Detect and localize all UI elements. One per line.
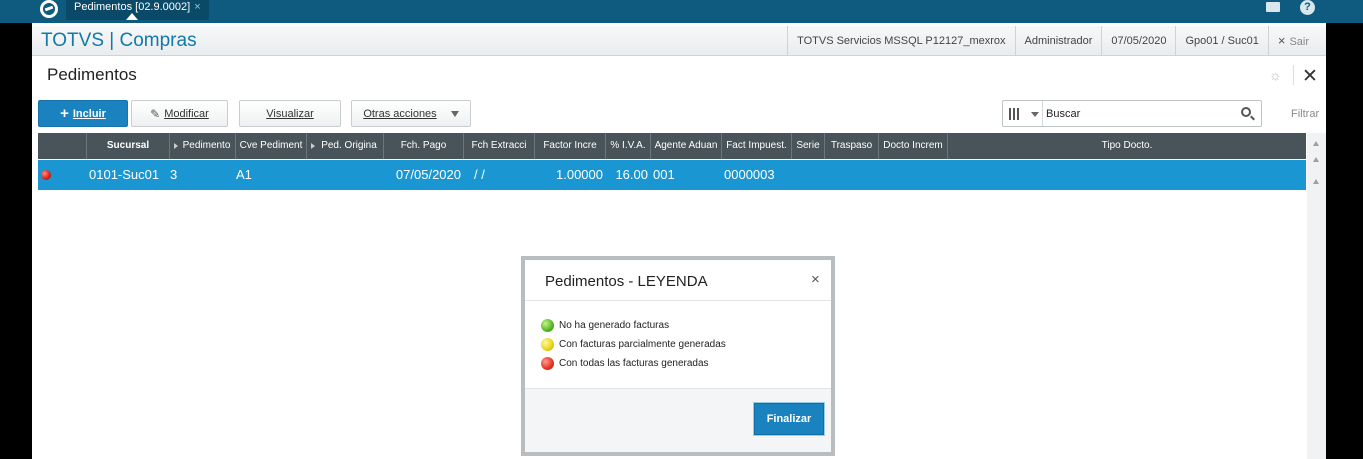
scroll-up-icon[interactable] <box>1313 141 1319 146</box>
cell-tipo-docto <box>948 160 1306 190</box>
column-header-iva[interactable]: % I.V.A. <box>606 133 651 159</box>
legend-item: No ha generado facturas <box>541 319 669 332</box>
modificar-button[interactable]: ✎ Modificar <box>131 100 228 127</box>
tab-close-icon[interactable]: × <box>194 0 200 20</box>
column-header-factor-incre[interactable]: Factor Incre <box>535 133 606 159</box>
otras-acciones-label: Otras acciones <box>363 107 437 120</box>
expand-icon <box>311 143 315 149</box>
cell-factor-incre: 1.00000 <box>556 167 603 182</box>
branch-label: Gpo01 / Suc01 <box>1175 26 1267 56</box>
search-input[interactable] <box>1046 105 1231 122</box>
divider <box>525 300 831 301</box>
status-cell <box>38 160 87 190</box>
legend-label: No ha generado facturas <box>559 320 670 331</box>
red-status-icon <box>541 357 554 370</box>
grid-header: Sucursal Pedimento Cve Pediment Ped. Ori… <box>38 133 1306 159</box>
filtrar-link[interactable]: Filtrar <box>1291 108 1319 120</box>
column-header-tipo-docto[interactable]: Tipo Docto. <box>948 133 1306 159</box>
exit-button[interactable]: × Sair <box>1267 26 1318 56</box>
divider <box>1293 65 1294 85</box>
mail-icon[interactable] <box>1266 2 1280 12</box>
cell-serie <box>792 160 825 190</box>
column-header-fch-extraccion[interactable]: Fch Extracci <box>464 133 535 159</box>
table-row[interactable]: 0101-Suc01 3 A1 07/05/2020 / / 1.00000 1… <box>38 160 1306 190</box>
cell-traspaso <box>825 160 879 190</box>
pencil-icon: ✎ <box>150 106 161 121</box>
incluir-button[interactable]: + Incluir <box>38 100 128 127</box>
scroll-up-icon[interactable] <box>1313 179 1319 184</box>
column-header-pedimento[interactable]: Pedimento <box>170 133 236 159</box>
page-title: Pedimentos <box>47 65 137 84</box>
cell-cve-pediment: A1 <box>236 167 252 182</box>
legend-dialog: Pedimentos - LEYENDA × No ha generado fa… <box>521 256 835 456</box>
modificar-label: Modificar <box>164 107 209 120</box>
cell-docto-increm <box>879 160 948 190</box>
active-tab-caret <box>126 13 138 20</box>
close-icon[interactable]: × <box>811 271 820 288</box>
cell-pedimento: 3 <box>170 167 178 182</box>
status-column-header <box>38 133 87 159</box>
exit-icon: × <box>1277 33 1286 48</box>
app-header: TOTVS | Compras TOTVS Servicios MSSQL P1… <box>32 26 1326 56</box>
cell-ped-origina <box>307 160 384 190</box>
visualizar-button[interactable]: Visualizar <box>239 100 341 127</box>
header-info: TOTVS Servicios MSSQL P12127_mexrox Admi… <box>787 26 1318 56</box>
cell-sucursal: 0101-Suc01 <box>89 167 160 182</box>
cell-iva: 16.00 <box>615 167 648 182</box>
legend-label: Con facturas parcialmente generadas <box>559 339 726 350</box>
status-red-icon <box>41 170 51 180</box>
screen: Pedimentos [02.9.0002] × ? TOTVS | Compr… <box>0 0 1363 459</box>
expand-icon <box>174 143 178 149</box>
totvs-logo-icon <box>40 0 58 18</box>
otras-acciones-button[interactable]: Otras acciones <box>351 100 471 127</box>
incluir-label: Incluir <box>72 107 106 120</box>
divider <box>525 388 831 389</box>
column-header-label: Pedimento <box>182 140 231 151</box>
search-icon[interactable] <box>1241 107 1251 117</box>
column-header-docto-increm[interactable]: Docto Increm <box>879 133 948 159</box>
column-header-fact-impuesto[interactable]: Fact Impuest. <box>722 133 792 159</box>
green-status-icon <box>541 319 554 332</box>
divider <box>1042 101 1043 126</box>
environment-label: TOTVS Servicios MSSQL P12127_mexrox <box>787 26 1014 56</box>
legend-item: Con facturas parcialmente generadas <box>541 338 726 351</box>
column-header-ped-origina[interactable]: Ped. Origina <box>307 133 384 159</box>
user-label: Administrador <box>1014 26 1102 56</box>
main-window: TOTVS | Compras TOTVS Servicios MSSQL P1… <box>32 23 1326 459</box>
close-icon[interactable]: ✕ <box>1302 65 1318 88</box>
help-icon[interactable]: ? <box>1300 0 1315 15</box>
column-header-serie[interactable]: Serie <box>792 133 825 159</box>
gear-icon[interactable]: ☼ <box>1269 68 1283 82</box>
date-label: 07/05/2020 <box>1101 26 1175 56</box>
column-header-sucursal[interactable]: Sucursal <box>87 133 170 159</box>
column-header-label: Ped. Origina <box>321 140 377 151</box>
legend-label: Con todas las facturas generadas <box>559 358 709 369</box>
visualizar-label: Visualizar <box>266 107 314 120</box>
column-header-agente-aduan[interactable]: Agente Aduan <box>651 133 722 159</box>
columns-icon[interactable] <box>1009 108 1019 120</box>
cell-fch-pago: 07/05/2020 <box>395 167 461 182</box>
plus-icon: + <box>60 105 69 122</box>
legend-item: Con todas las facturas generadas <box>541 357 709 370</box>
vertical-scrollbar[interactable] <box>1307 133 1326 459</box>
cell-fact-impuesto: 0000003 <box>724 167 775 182</box>
cell-fch-extraccion: / / <box>474 167 485 182</box>
chevron-down-icon[interactable] <box>1031 112 1039 117</box>
column-header-cve-pediment[interactable]: Cve Pediment <box>236 133 307 159</box>
search-box <box>1002 100 1262 127</box>
finalizar-button[interactable]: Finalizar <box>754 403 824 435</box>
app-brand: TOTVS | Compras <box>41 30 197 51</box>
exit-label: Sair <box>1289 36 1309 48</box>
chevron-down-icon <box>450 110 459 117</box>
top-bar: Pedimentos [02.9.0002] × ? <box>0 0 1363 23</box>
yellow-status-icon <box>541 338 554 351</box>
cell-agente-aduan: 001 <box>653 167 675 182</box>
dialog-title: Pedimentos - LEYENDA <box>545 273 708 290</box>
column-header-fch-pago[interactable]: Fch. Pago <box>384 133 464 159</box>
column-header-traspaso[interactable]: Traspaso <box>825 133 879 159</box>
scroll-top-icon[interactable] <box>1313 157 1319 162</box>
